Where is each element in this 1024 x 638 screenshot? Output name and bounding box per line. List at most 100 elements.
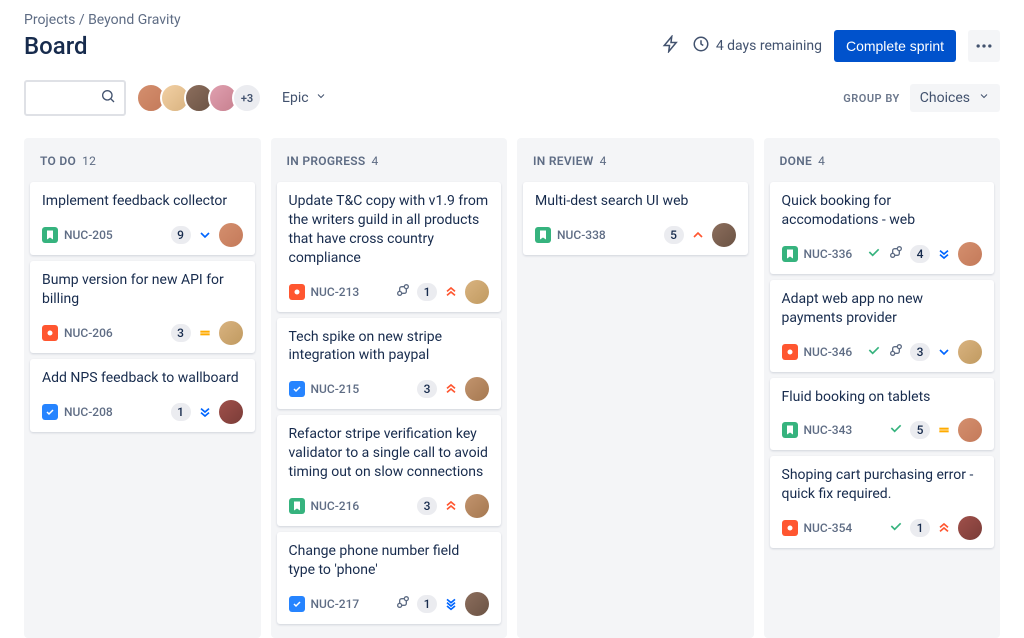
issue-card[interactable]: Add NPS feedback to wallboard NUC-208 1	[30, 359, 255, 432]
assignee-avatar[interactable]	[465, 280, 489, 304]
story-points-badge: 1	[171, 403, 191, 421]
done-check-icon	[888, 420, 904, 440]
assignee-avatar[interactable]	[958, 340, 982, 364]
issue-key: NUC-354	[804, 521, 853, 535]
assignee-avatar[interactable]	[958, 516, 982, 540]
subtask-icon	[888, 244, 904, 264]
story-issue-type-icon	[42, 227, 58, 243]
issue-key: NUC-338	[557, 228, 606, 242]
bolt-icon[interactable]	[662, 35, 680, 57]
card-right: 9	[171, 223, 243, 247]
priority-low-icon	[197, 404, 213, 420]
task-issue-type-icon	[289, 596, 305, 612]
priority-low-single-icon	[936, 344, 952, 360]
epic-filter[interactable]: Epic	[272, 84, 337, 112]
card-left: NUC-346	[782, 344, 853, 360]
card-footer: NUC-2131	[289, 280, 490, 304]
story-points-badge: 3	[910, 343, 930, 361]
story-points-badge: 3	[417, 380, 437, 398]
assignee-avatar[interactable]	[219, 223, 243, 247]
board-page: Projects / Beyond Gravity Board 4 days r…	[0, 0, 1024, 638]
card-title: Fluid booking on tablets	[782, 388, 983, 407]
issue-key: NUC-206	[64, 326, 113, 340]
issue-key: NUC-205	[64, 228, 113, 242]
board-column: IN REVIEW4 Multi-dest search UI web NUC-33…	[517, 138, 754, 638]
issue-card[interactable]: Fluid booking on tablets NUC-3435	[770, 378, 995, 451]
issue-key: NUC-208	[64, 405, 113, 419]
issue-card[interactable]: Adapt web app no new payments providerNU…	[770, 280, 995, 372]
priority-medium-icon	[936, 422, 952, 438]
column-header: IN REVIEW4	[523, 148, 748, 182]
card-footer: NUC-205 9	[42, 223, 243, 247]
breadcrumb-project[interactable]: Beyond Gravity	[88, 12, 181, 28]
search-box[interactable]	[24, 80, 126, 116]
card-title: Multi-dest search UI web	[535, 192, 736, 211]
search-input[interactable]	[40, 90, 100, 106]
toolbar: +3 Epic GROUP BY Choices	[24, 80, 1000, 116]
card-left: NUC-205	[42, 227, 113, 243]
done-check-icon	[866, 342, 882, 362]
more-actions-button[interactable]	[968, 30, 1000, 62]
issue-card[interactable]: Update T&C copy with v1.9 from the write…	[277, 182, 502, 312]
board-columns: TO DO12Implement feedback collectorNUC-2…	[24, 138, 1000, 638]
group-by-select[interactable]: Choices	[910, 84, 1000, 112]
bug-issue-type-icon	[289, 284, 305, 300]
assignee-avatar[interactable]	[712, 223, 736, 247]
assignee-avatar[interactable]	[958, 242, 982, 266]
card-footer: NUC-346 3	[782, 340, 983, 364]
story-points-badge: 1	[417, 595, 437, 613]
avatar-more[interactable]: +3	[232, 83, 262, 113]
toolbar-right: GROUP BY Choices	[843, 84, 1000, 112]
assignee-avatar[interactable]	[219, 321, 243, 345]
card-left: NUC-336	[782, 246, 853, 262]
done-check-icon	[866, 244, 882, 264]
card-footer: NUC-3364	[782, 242, 983, 266]
subtask-icon	[888, 342, 904, 362]
assignee-avatar[interactable]	[958, 418, 982, 442]
story-points-badge: 1	[910, 519, 930, 537]
card-title: Implement feedback collector	[42, 192, 243, 211]
priority-highest-icon	[443, 284, 459, 300]
card-footer: NUC-354 1	[782, 516, 983, 540]
card-footer: NUC-3435	[782, 418, 983, 442]
issue-card[interactable]: Multi-dest search UI webNUC-3385	[523, 182, 748, 255]
issue-card[interactable]: Change phone number field type to 'phone…	[277, 532, 502, 624]
priority-high-single-icon	[690, 227, 706, 243]
done-check-icon	[888, 518, 904, 538]
card-title: Shoping cart purchasing error - quick fi…	[782, 466, 983, 504]
breadcrumb-projects[interactable]: Projects	[24, 12, 75, 28]
card-title: Add NPS feedback to wallboard	[42, 369, 243, 388]
card-left: NUC-206	[42, 325, 113, 341]
issue-card[interactable]: Bump version for new API for billingNUC-…	[30, 261, 255, 353]
complete-sprint-button[interactable]: Complete sprint	[834, 30, 956, 62]
card-left: NUC-338	[535, 227, 606, 243]
card-left: NUC-208	[42, 404, 113, 420]
issue-card[interactable]: Tech spike on new stripe integration wit…	[277, 318, 502, 410]
issue-card[interactable]: Quick booking for accomodations - webNUC…	[770, 182, 995, 274]
assignee-avatar[interactable]	[465, 494, 489, 518]
issue-card[interactable]: Refactor stripe verification key validat…	[277, 415, 502, 526]
toolbar-left: +3 Epic	[24, 80, 337, 116]
priority-low-icon	[936, 246, 952, 262]
assignee-avatar[interactable]	[465, 592, 489, 616]
issue-key: NUC-216	[311, 499, 360, 513]
header-actions: 4 days remaining Complete sprint	[662, 30, 1000, 62]
card-right: 3	[866, 340, 982, 364]
board-column: DONE4Quick booking for accomodations - w…	[764, 138, 1001, 638]
card-title: Change phone number field type to 'phone…	[289, 542, 490, 580]
issue-card[interactable]: Implement feedback collector NUC-205 9	[30, 182, 255, 255]
assignee-avatar[interactable]	[219, 400, 243, 424]
priority-lowest-icon	[443, 596, 459, 612]
issue-card[interactable]: Shoping cart purchasing error - quick fi…	[770, 456, 995, 548]
card-footer: NUC-2153	[289, 377, 490, 401]
column-header: IN PROGRESS4	[277, 148, 502, 182]
issue-key: NUC-217	[311, 597, 360, 611]
card-right: 1	[395, 280, 489, 304]
story-points-badge: 3	[417, 497, 437, 515]
board-column: IN PROGRESS4Update T&C copy with v1.9 fr…	[271, 138, 508, 638]
bug-issue-type-icon	[782, 520, 798, 536]
assignee-avatar[interactable]	[465, 377, 489, 401]
column-count: 4	[372, 154, 379, 168]
issue-key: NUC-346	[804, 345, 853, 359]
subtask-icon	[395, 282, 411, 302]
